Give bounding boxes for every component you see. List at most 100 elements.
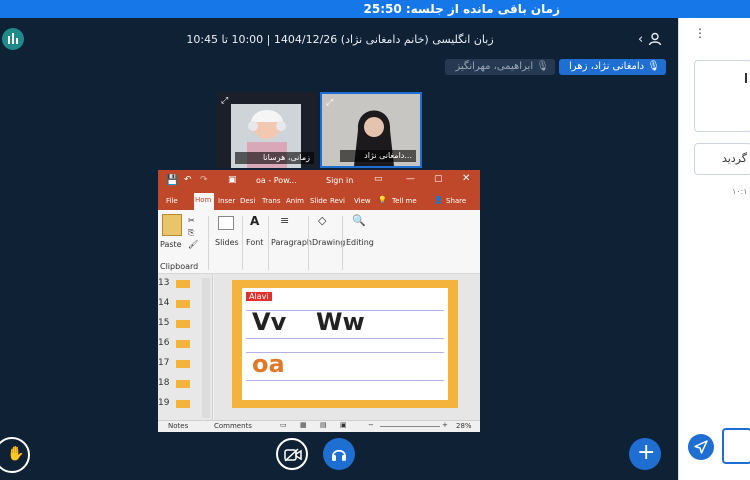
slide-thumbnail-pane[interactable]: 13 14 15 16 17 18 19: [158, 274, 213, 420]
user-icon[interactable]: [648, 32, 664, 48]
slide-thumb-15[interactable]: 15: [158, 318, 190, 328]
font-group[interactable]: Font: [246, 238, 263, 247]
tab-insert[interactable]: Inser: [218, 197, 235, 205]
redo-icon[interactable]: ↷: [200, 175, 208, 185]
notes-button[interactable]: Notes: [168, 422, 188, 430]
current-slide[interactable]: Alavi Vv Ww oa: [242, 288, 448, 400]
comments-button[interactable]: Comments: [214, 422, 252, 430]
drawing-icon[interactable]: ◇: [318, 214, 326, 227]
slideshow-view-icon[interactable]: ▣: [340, 421, 347, 429]
session-time-banner: زمان باقی مانده از جلسه: 25:50: [0, 0, 750, 18]
camera-toggle-button[interactable]: [276, 438, 308, 470]
format-painter-icon[interactable]: 🖌: [188, 240, 198, 249]
slide-number: 18: [158, 378, 170, 388]
slide-thumb-14[interactable]: 14: [158, 298, 190, 308]
presenter-chip-active[interactable]: دامغانی نژاد، زهرا 🎙: [559, 59, 666, 75]
paste-icon[interactable]: [162, 214, 182, 236]
chat-menu-icon[interactable]: ⋮: [694, 26, 706, 40]
zoom-out-icon[interactable]: −: [368, 421, 374, 429]
video-tile-2[interactable]: ⤢ دامغانی نژاد...: [320, 92, 422, 168]
slide-letters-oa: oa: [252, 350, 285, 378]
new-slide-icon[interactable]: [218, 216, 234, 230]
tab-file[interactable]: File: [166, 197, 178, 205]
chat-send-button[interactable]: [688, 434, 714, 460]
slide-sorter-icon[interactable]: ▦: [300, 421, 307, 429]
slide-thumb-18[interactable]: 18: [158, 378, 190, 388]
ppt-file-name: oa - Pow...: [256, 176, 297, 185]
slide-number: 19: [158, 398, 170, 408]
ribbon-options-icon[interactable]: ▭: [374, 174, 383, 184]
ppt-ribbon-tabs: File Hom Inser Desi Trans Anim Slide Rev…: [158, 192, 480, 210]
expand-icon[interactable]: ⤢: [221, 96, 228, 106]
chevron-left-icon[interactable]: ‹: [638, 32, 643, 47]
start-slideshow-icon[interactable]: ▣: [228, 175, 237, 185]
tile-1-name: زمانی، هرسانا: [235, 152, 314, 164]
tab-slide-show[interactable]: Slide: [310, 197, 327, 205]
tile-2-name: دامغانی نژاد...: [340, 150, 416, 162]
save-icon[interactable]: 💾: [166, 175, 178, 186]
normal-view-icon[interactable]: ▭: [280, 421, 287, 429]
tab-home[interactable]: Hom: [194, 193, 214, 210]
slide-number: 16: [158, 338, 170, 348]
slide-thumb-17[interactable]: 17: [158, 358, 190, 368]
paragraph-group[interactable]: Paragraph: [271, 238, 312, 247]
slides-group[interactable]: Slides: [215, 238, 239, 247]
slide-number: 17: [158, 358, 170, 368]
slide-tag: Alavi: [246, 292, 272, 301]
add-action-button[interactable]: +: [629, 438, 661, 470]
undo-icon[interactable]: ↶: [184, 175, 192, 185]
presenter-active-name: دامغانی نژاد، زهرا: [569, 61, 645, 72]
slide-thumb-13[interactable]: 13: [158, 278, 190, 288]
shared-screen-powerpoint[interactable]: 💾 ↶ ↷ ▣ oa - Pow... Sign in ▭ — ▢ ✕ File…: [158, 170, 480, 432]
paragraph-icon[interactable]: ≡: [280, 214, 289, 227]
tab-transitions[interactable]: Trans: [262, 197, 281, 205]
ppt-status-bar: Notes Comments ▭ ▦ ▤ ▣ − + 28%: [158, 420, 480, 432]
cut-icon[interactable]: ✂: [188, 216, 195, 225]
video-tile-1[interactable]: ⤢ زمانی، هرسانا: [217, 92, 318, 168]
maximize-icon[interactable]: ▢: [434, 174, 443, 184]
zoom-slider[interactable]: [380, 426, 440, 427]
expand-icon[interactable]: ⤢: [326, 98, 333, 108]
chat-message-input[interactable]: [722, 428, 750, 464]
slide-number: 13: [158, 278, 170, 288]
tell-me-search[interactable]: Tell me: [392, 197, 417, 205]
editing-group[interactable]: Editing: [346, 238, 374, 247]
message-glyph: [739, 73, 747, 83]
share-icon: 👤: [434, 196, 443, 204]
session-time-text: زمان باقی مانده از جلسه: 25:50: [363, 2, 561, 16]
session-title: زبان انگلیسی (خانم دامغانی نژاد) 1404/12…: [186, 33, 494, 46]
audio-toggle-button[interactable]: [323, 438, 355, 470]
chat-message-1: [694, 60, 750, 132]
camera-off-icon: [284, 448, 302, 462]
slide-letters-vv: Vv: [252, 308, 287, 336]
presenter-other-name: ابراهیمی، مهرانگیز: [455, 61, 534, 72]
drawing-group[interactable]: Drawing: [312, 238, 345, 247]
clipboard-label: Clipboard: [160, 262, 199, 271]
zoom-level: 28%: [456, 422, 472, 430]
microphone-muted-icon: 🎙: [536, 61, 549, 72]
copy-icon[interactable]: ⎘: [188, 228, 194, 238]
sign-in-link[interactable]: Sign in: [326, 176, 353, 185]
zoom-in-icon[interactable]: +: [442, 421, 448, 429]
minimize-icon[interactable]: —: [406, 174, 415, 184]
reading-view-icon[interactable]: ▤: [320, 421, 327, 429]
tab-animations[interactable]: Anim: [286, 197, 304, 205]
slide-number: 15: [158, 318, 170, 328]
close-icon[interactable]: ✕: [462, 173, 470, 184]
tab-view[interactable]: View: [354, 197, 371, 205]
paste-button[interactable]: Paste: [160, 240, 182, 249]
font-icon[interactable]: A: [250, 214, 259, 228]
chat-timestamp: ۱۰:۱: [732, 187, 748, 196]
tab-design[interactable]: Desi: [240, 197, 255, 205]
slide-thumb-19[interactable]: 19: [158, 398, 190, 408]
thumbs-scrollbar[interactable]: [202, 278, 210, 418]
presenter-chip-other[interactable]: ابراهیمی، مهرانگیز 🎙: [445, 59, 555, 75]
slide-letters-ww: Ww: [316, 308, 365, 336]
slide-thumb-16[interactable]: 16: [158, 338, 190, 348]
share-button[interactable]: Share: [446, 197, 466, 205]
plus-icon: +: [637, 440, 656, 465]
editing-icon[interactable]: 🔍: [352, 214, 366, 227]
slide-number: 14: [158, 298, 170, 308]
tab-review[interactable]: Revi: [330, 197, 345, 205]
stats-icon[interactable]: [2, 28, 24, 50]
